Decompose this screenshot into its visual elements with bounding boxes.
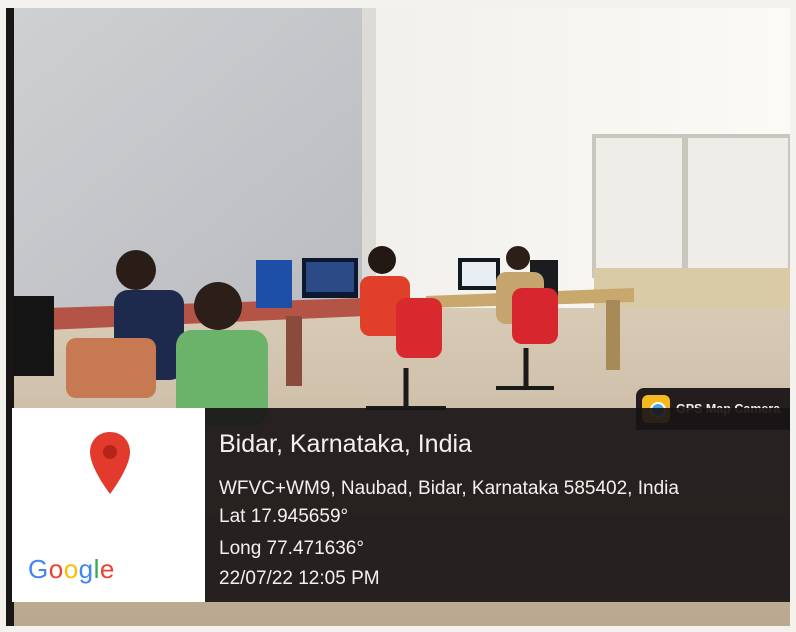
address-text: WFVC+WM9, Naubad, Bidar, Karnataka 58540… [219, 478, 679, 499]
map-thumbnail: Google [12, 408, 205, 602]
datetime-text: 22/07/22 12:05 PM [219, 568, 380, 589]
location-title: Bidar, Karnataka, India [219, 430, 472, 458]
longitude-text: Long 77.471636° [219, 538, 364, 559]
google-logo: Google [28, 554, 115, 584]
latitude-text: Lat 17.945659° [219, 506, 349, 527]
photo-frame: GPS Map Camera Google Bidar, Karnataka, … [6, 8, 790, 626]
geotag-info-panel: Bidar, Karnataka, India WFVC+WM9, Naubad… [205, 408, 790, 602]
location-pin-icon [90, 432, 130, 494]
